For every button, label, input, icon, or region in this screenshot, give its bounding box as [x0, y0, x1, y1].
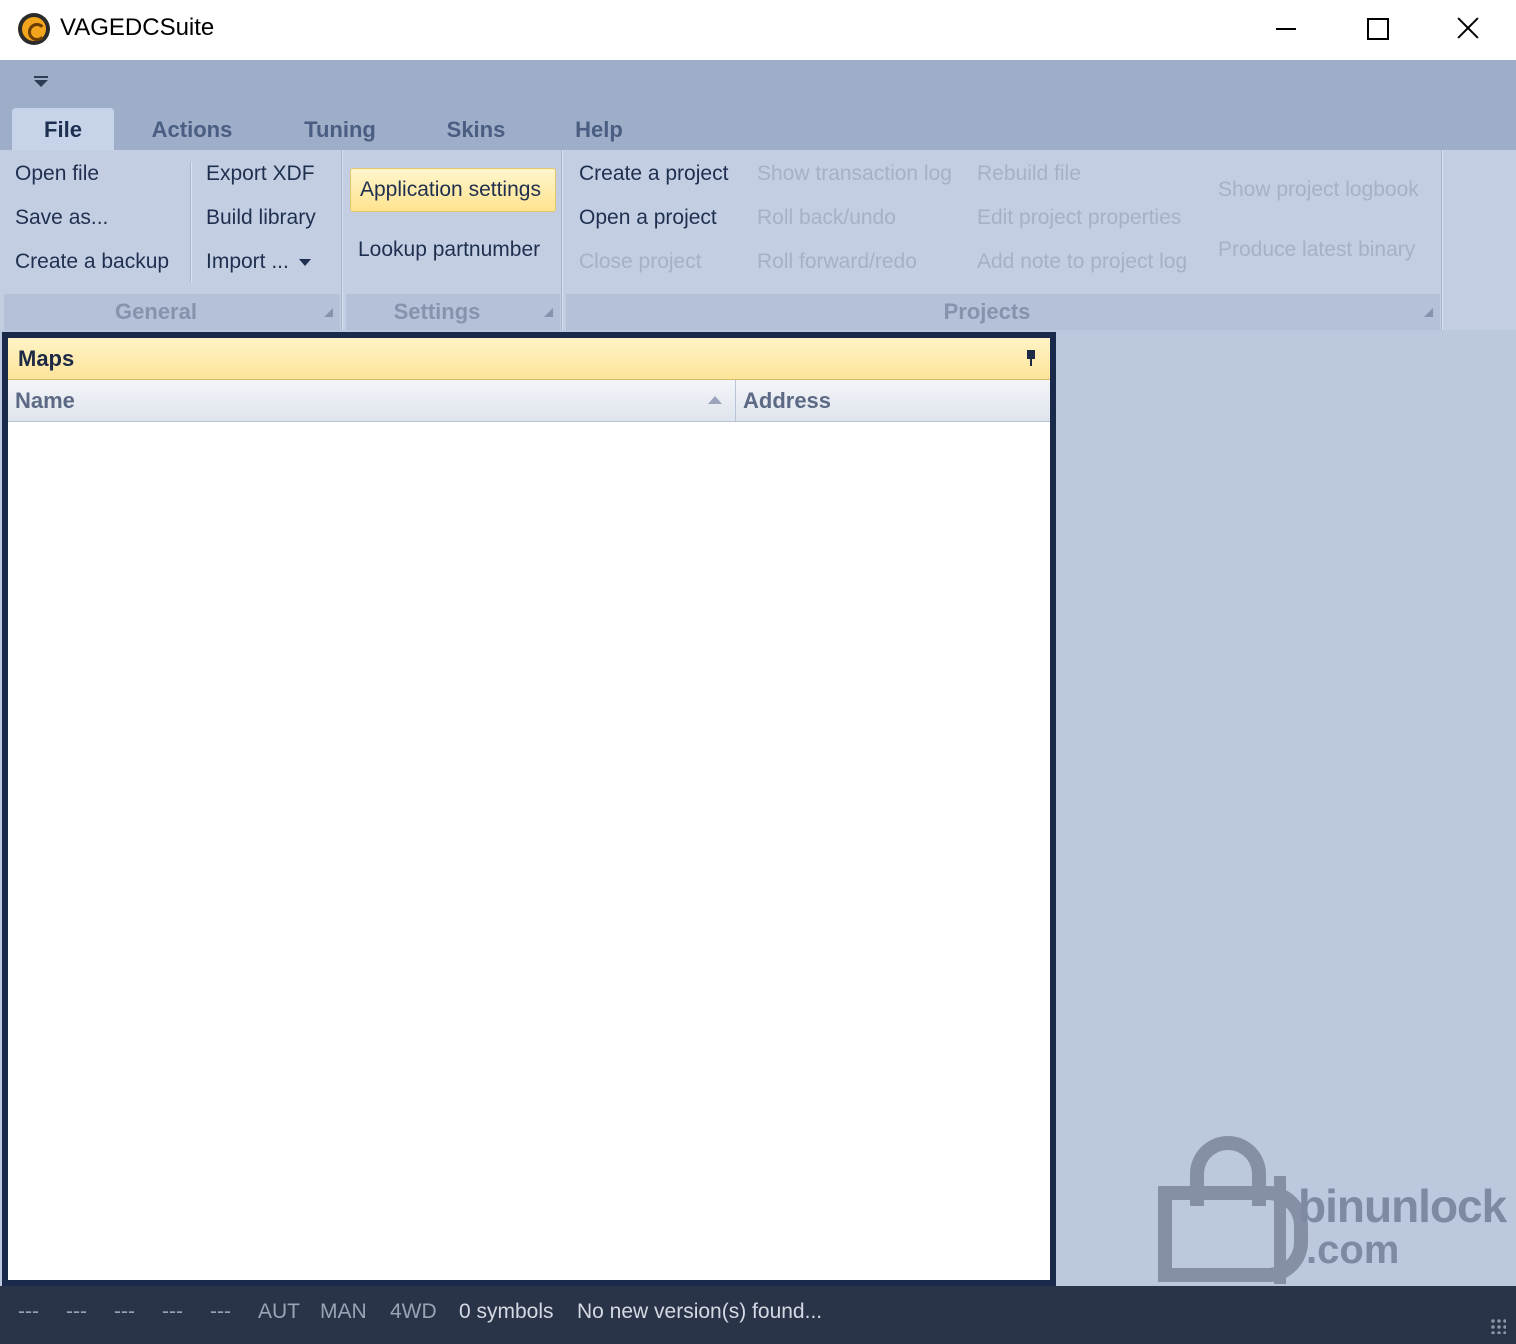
minimize-button[interactable]	[1242, 0, 1332, 56]
roll-back-button[interactable]: Roll back/undo	[757, 206, 896, 230]
maps-grid[interactable]: Name Address	[8, 380, 1050, 1280]
title-bar: VAGEDCSuite	[0, 0, 1516, 60]
app-icon[interactable]	[18, 13, 50, 45]
close-project-button[interactable]: Close project	[579, 250, 702, 274]
group-divider	[1441, 150, 1443, 330]
tab-actions[interactable]: Actions	[132, 108, 252, 150]
tab-help[interactable]: Help	[556, 108, 642, 150]
status-bar: --- --- --- --- --- AUT MAN 4WD 0 symbol…	[0, 1286, 1516, 1344]
import-dropdown[interactable]: Import ...	[206, 250, 311, 274]
sort-ascending-icon	[708, 396, 722, 404]
status-man: MAN	[320, 1300, 367, 1323]
open-project-button[interactable]: Open a project	[579, 206, 717, 230]
build-library-button[interactable]: Build library	[206, 206, 316, 230]
status-field: ---	[114, 1300, 135, 1323]
maps-panel-title: Maps	[18, 346, 75, 371]
watermark-text: binunlock	[1298, 1180, 1507, 1232]
general-dialog-launcher-icon[interactable]	[324, 308, 333, 317]
tab-file[interactable]: File	[12, 108, 114, 150]
settings-dialog-launcher-icon[interactable]	[544, 308, 553, 317]
general-caption: General	[115, 299, 197, 324]
window-title: VAGEDCSuite	[60, 14, 215, 41]
group-divider	[561, 150, 563, 330]
column-header-name[interactable]: Name	[8, 380, 736, 422]
save-as-button[interactable]: Save as...	[15, 206, 108, 230]
column-address-label: Address	[743, 388, 832, 413]
resize-grip-icon[interactable]	[1490, 1318, 1506, 1334]
tab-skins[interactable]: Skins	[428, 108, 524, 150]
create-backup-button[interactable]: Create a backup	[15, 250, 169, 274]
close-button[interactable]	[1423, 0, 1513, 56]
watermark-logo: binunlock .com	[1128, 1136, 1508, 1286]
pin-icon[interactable]	[1026, 350, 1036, 366]
add-note-button[interactable]: Add note to project log	[977, 250, 1187, 274]
watermark-domain: .com	[1306, 1228, 1400, 1272]
roll-forward-button[interactable]: Roll forward/redo	[757, 250, 917, 274]
settings-caption: Settings	[393, 299, 481, 324]
column-name-label: Name	[15, 388, 75, 413]
edit-project-properties-button[interactable]: Edit project properties	[977, 206, 1181, 230]
projects-dialog-launcher-icon[interactable]	[1424, 308, 1433, 317]
ribbon: Open file Save as... Create a backup Exp…	[0, 150, 1516, 330]
watermark-bar	[1274, 1176, 1286, 1284]
maximize-button[interactable]	[1332, 0, 1422, 56]
status-field: ---	[18, 1300, 39, 1323]
status-aut: AUT	[258, 1300, 300, 1323]
status-symbols: 0 symbols	[459, 1300, 554, 1323]
create-project-button[interactable]: Create a project	[579, 162, 728, 186]
status-field: ---	[210, 1300, 231, 1323]
quick-access-dropdown-icon[interactable]	[32, 76, 50, 90]
general-separator	[190, 162, 191, 282]
projects-caption: Projects	[943, 299, 1031, 324]
status-4wd: 4WD	[390, 1300, 437, 1323]
lookup-partnumber-button[interactable]: Lookup partnumber	[358, 238, 540, 262]
open-file-button[interactable]: Open file	[15, 162, 99, 186]
chevron-down-icon	[298, 258, 311, 266]
tab-tuning[interactable]: Tuning	[282, 108, 398, 150]
application-settings-button[interactable]: Application settings	[360, 178, 541, 202]
status-field: ---	[162, 1300, 183, 1323]
status-version: No new version(s) found...	[577, 1300, 823, 1323]
status-field: ---	[66, 1300, 87, 1323]
import-label: Import ...	[206, 250, 289, 273]
grid-header: Name Address	[8, 380, 1050, 422]
rebuild-file-button[interactable]: Rebuild file	[977, 162, 1081, 186]
export-xdf-button[interactable]: Export XDF	[206, 162, 315, 186]
produce-binary-button[interactable]: Produce latest binary	[1218, 238, 1415, 262]
column-header-address[interactable]: Address	[736, 380, 1048, 422]
maps-panel-header: Maps	[8, 338, 1050, 380]
show-transaction-log-button[interactable]: Show transaction log	[757, 162, 952, 186]
show-logbook-button[interactable]: Show project logbook	[1218, 178, 1419, 202]
group-divider	[341, 150, 343, 330]
